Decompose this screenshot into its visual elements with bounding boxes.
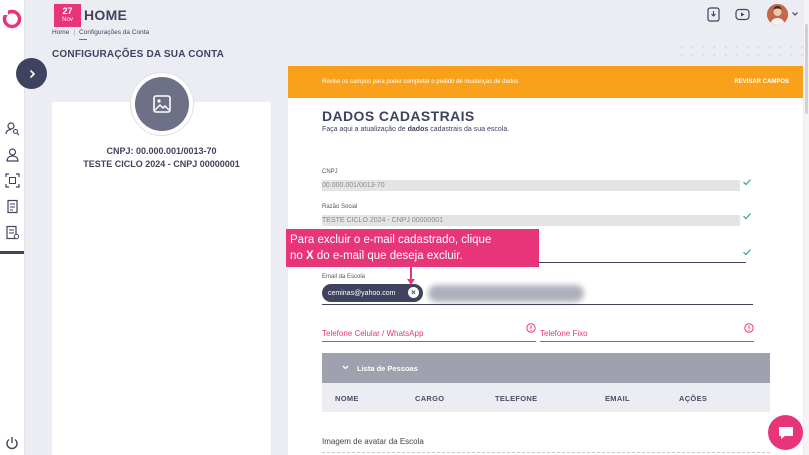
date-badge: 27 Nov xyxy=(54,4,81,27)
chat-button[interactable] xyxy=(768,415,803,450)
blurred-email-input[interactable] xyxy=(428,285,584,302)
col-nome: NOME xyxy=(335,394,359,403)
third-field-valid-check-icon xyxy=(743,249,751,256)
razao-social-field: TESTE CICLO 2024 - CNPJ 00000001 xyxy=(322,215,740,226)
cnpj-label: CNPJ xyxy=(322,169,338,175)
chevron-down-icon xyxy=(342,365,349,370)
people-table-header: NOME CARGO TELEFONE EMAIL AÇÕES xyxy=(322,383,770,412)
scan-icon[interactable] xyxy=(5,173,20,188)
user-photo-icon xyxy=(767,4,788,25)
remove-email-icon[interactable]: × xyxy=(408,287,419,298)
report-icon[interactable] xyxy=(5,225,20,240)
form-subtitle: Faça aqui a atualização de dados cadastr… xyxy=(322,126,510,133)
avatar-school-label: Imagem de avatar da Escola xyxy=(322,437,424,446)
celular-label[interactable]: Telefone Celular / WhatsApp xyxy=(322,329,423,338)
col-cargo: CARGO xyxy=(415,394,445,403)
cnpj-field: 00.000.001/0013-70 xyxy=(322,180,740,191)
user-avatar[interactable] xyxy=(767,4,788,25)
email-underline xyxy=(322,304,753,305)
rail-active-indicator xyxy=(0,251,24,254)
school-avatar[interactable] xyxy=(130,72,194,136)
review-fields-link[interactable]: REVISAR CAMPOS xyxy=(734,79,789,85)
people-list-title: Lista de Pessoas xyxy=(357,364,418,373)
razao-valid-check-icon xyxy=(743,213,751,220)
email-label: Email da Escola xyxy=(322,274,366,280)
email-chip: ceminas@yahoo.com × xyxy=(322,284,423,302)
profile-cnpj: CNPJ: 00.000.001/0013-70 xyxy=(106,146,217,156)
date-day: 27 xyxy=(62,6,73,16)
avatar-upload-border xyxy=(322,452,770,453)
chat-bubble-icon xyxy=(778,426,793,439)
tooltip-arrow-head xyxy=(407,279,415,285)
celular-field[interactable] xyxy=(322,341,536,342)
profile-name: TESTE CICLO 2024 - CNPJ 00000001 xyxy=(83,159,240,169)
review-alert-banner: Revise os campos para poder completar o … xyxy=(288,66,803,98)
header-title: HOME xyxy=(84,7,128,23)
breadcrumb-current: Configurações da Conta xyxy=(79,29,150,36)
video-play-icon[interactable] xyxy=(735,7,750,22)
expand-sidebar-button[interactable] xyxy=(16,58,47,89)
col-telefone: TELEFONE xyxy=(495,394,538,403)
scrollbar-thumb[interactable] xyxy=(805,24,808,114)
delete-email-tooltip: Para excluir o e-mail cadastrado, clique… xyxy=(286,229,539,267)
alert-message: Revise os campos para poder completar o … xyxy=(322,79,519,85)
date-month: Nov xyxy=(62,17,73,23)
tooltip-line-2: no X do e-mail que deseja excluir. xyxy=(290,250,463,262)
decorative-dots xyxy=(676,43,809,59)
user-badge-icon[interactable] xyxy=(5,147,20,162)
chevron-right-icon xyxy=(29,69,35,78)
email-chip-text: ceminas@yahoo.com xyxy=(328,289,396,297)
school-avatar-inner xyxy=(135,77,189,131)
fixo-label[interactable]: Telefone Fixo xyxy=(540,329,588,338)
chevron-down-icon[interactable] xyxy=(791,10,799,18)
app-logo-icon[interactable] xyxy=(1,8,23,30)
document-icon[interactable] xyxy=(5,199,20,214)
image-icon xyxy=(153,95,171,113)
page-title: CONFIGURAÇÕES DA SUA CONTA xyxy=(52,49,225,60)
power-icon[interactable] xyxy=(5,436,19,450)
user-search-icon[interactable] xyxy=(5,121,20,136)
col-email: EMAIL xyxy=(605,394,630,403)
fixo-warning-icon xyxy=(744,323,754,333)
razao-social-label: Razão Social xyxy=(322,204,358,210)
col-acoes: AÇÕES xyxy=(679,394,708,403)
celular-warning-icon xyxy=(526,323,536,333)
form-title: DADOS CADASTRAIS xyxy=(322,108,475,124)
phone-download-icon[interactable] xyxy=(706,7,721,22)
fixo-field[interactable] xyxy=(540,341,754,342)
cnpj-valid-check-icon xyxy=(743,179,751,186)
breadcrumb: Home | Configurações da Conta xyxy=(52,29,150,36)
people-list-header[interactable]: Lista de Pessoas xyxy=(322,353,770,383)
tooltip-line-1: Para excluir o e-mail cadastrado, clique xyxy=(290,234,492,246)
breadcrumb-home[interactable]: Home xyxy=(52,29,69,36)
